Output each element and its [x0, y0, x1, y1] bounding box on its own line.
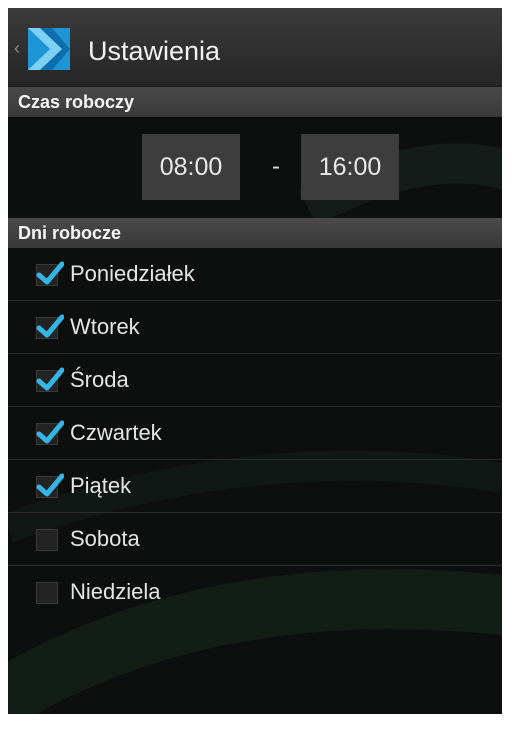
checkmark-icon: [36, 314, 64, 338]
day-checkbox[interactable]: [36, 473, 64, 498]
app-chevron-logo-icon[interactable]: [28, 28, 70, 70]
checkmark-icon: [36, 473, 64, 497]
day-checkbox[interactable]: [36, 529, 58, 551]
day-checkbox[interactable]: [36, 314, 64, 339]
page-title: Ustawienia: [88, 36, 221, 66]
day-label: Niedziela: [70, 579, 161, 604]
day-label: Poniedziałek: [70, 261, 195, 286]
day-row-monday[interactable]: Poniedziałek: [8, 248, 502, 301]
day-row-thursday[interactable]: Czwartek: [8, 407, 502, 460]
start-time-button[interactable]: 08:00: [142, 134, 240, 200]
time-separator: -: [272, 153, 280, 180]
day-row-friday[interactable]: Piątek: [8, 460, 502, 513]
day-checkbox[interactable]: [36, 367, 64, 392]
day-label: Piątek: [70, 473, 132, 498]
checkmark-icon: [36, 420, 64, 444]
day-row-tuesday[interactable]: Wtorek: [8, 301, 502, 354]
day-checkbox[interactable]: [36, 420, 64, 445]
section-header-working-days: Dni robocze: [8, 218, 502, 248]
day-label: Czwartek: [70, 420, 162, 445]
day-row-saturday[interactable]: Sobota: [8, 513, 502, 566]
day-checkbox[interactable]: [36, 261, 64, 286]
day-label: Wtorek: [70, 314, 140, 339]
checkmark-icon: [36, 367, 64, 391]
day-row-sunday[interactable]: Niedziela: [8, 566, 502, 619]
day-row-wednesday[interactable]: Środa: [8, 354, 502, 407]
day-checkbox[interactable]: [36, 582, 58, 604]
section-header-working-time: Czas roboczy: [8, 87, 502, 117]
phone-screen: ‹ Ustawienia Czas roboczy 08:00 - 16:00 …: [8, 8, 502, 714]
day-label: Sobota: [70, 526, 140, 551]
action-bar: ‹ Ustawienia: [8, 8, 502, 87]
end-time-button[interactable]: 16:00: [301, 134, 399, 200]
checkmark-icon: [36, 261, 64, 285]
day-label: Środa: [70, 367, 129, 392]
chevron-left-icon[interactable]: ‹: [14, 39, 20, 57]
